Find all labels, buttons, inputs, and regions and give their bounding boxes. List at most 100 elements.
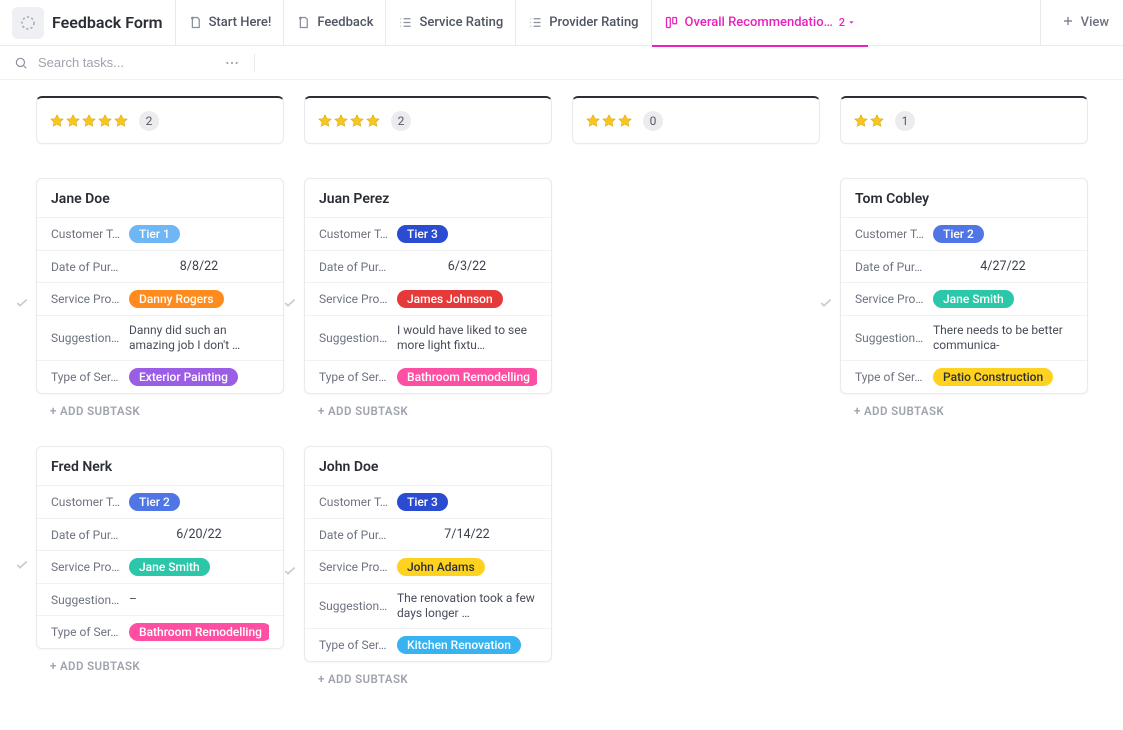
task-card[interactable]: Tom CobleyCustomer T…Tier 2Date of Pur…4… bbox=[840, 178, 1088, 394]
divider bbox=[254, 54, 255, 72]
service-badge: Patio Construction bbox=[933, 368, 1053, 386]
tab-provider-rating[interactable]: Provider Rating bbox=[515, 0, 650, 46]
field-tier: Customer T… Tier 3 bbox=[305, 217, 551, 250]
field-tier: Customer T… Tier 2 bbox=[841, 217, 1087, 250]
task-checkbox[interactable] bbox=[282, 446, 300, 696]
column-body: Tom CobleyCustomer T…Tier 2Date of Pur…4… bbox=[840, 178, 1088, 428]
field-value: 7/14/22 bbox=[397, 527, 537, 542]
field-value: Bathroom Remodelling bbox=[129, 623, 269, 641]
task-title: Jane Doe bbox=[37, 179, 283, 217]
field-value: Tier 2 bbox=[129, 493, 269, 511]
search-input[interactable] bbox=[36, 54, 246, 71]
field-label: Date of Pur… bbox=[51, 260, 121, 274]
field-provider: Service Pro… Jane Smith bbox=[841, 282, 1087, 315]
field-tier: Customer T…Tier 1 bbox=[37, 217, 283, 250]
field-value: Tier 3 bbox=[397, 493, 537, 511]
tab-count: 2 bbox=[839, 16, 856, 29]
field-label: Type of Ser… bbox=[51, 625, 121, 639]
task-title: John Doe bbox=[305, 447, 551, 485]
tier-badge: Tier 2 bbox=[129, 493, 180, 511]
field-provider: Service Pro…Jane Smith bbox=[37, 550, 283, 583]
field-service: Type of Ser… Patio Construction bbox=[841, 360, 1087, 393]
tab-service-rating[interactable]: Service Rating bbox=[385, 0, 515, 46]
rating-stars bbox=[49, 113, 129, 129]
field-tier: Customer T… Tier 3 bbox=[305, 485, 551, 518]
field-label: Type of Ser… bbox=[319, 370, 389, 384]
field-value: Tier 1 bbox=[129, 225, 269, 243]
board: 2Jane DoeCustomer T…Tier 1Date of Pur…8/… bbox=[0, 80, 1123, 730]
field-value: Patio Construction bbox=[933, 368, 1073, 386]
search-bar bbox=[0, 46, 1123, 80]
field-label: Date of Pur… bbox=[51, 528, 121, 542]
task-checkbox[interactable] bbox=[14, 178, 32, 428]
field-label: Type of Ser… bbox=[51, 370, 121, 384]
column-count: 2 bbox=[391, 111, 411, 131]
add-subtask-button[interactable]: + ADD SUBTASK bbox=[304, 394, 552, 428]
add-subtask-button[interactable]: + ADD SUBTASK bbox=[36, 394, 284, 428]
field-label: Customer T… bbox=[319, 495, 389, 509]
field-date: Date of Pur…6/3/22 bbox=[305, 250, 551, 282]
column-header[interactable]: 2 bbox=[304, 96, 552, 144]
field-service: Type of Ser… Bathroom Remodelling bbox=[37, 615, 283, 648]
field-value: Tier 2 bbox=[933, 225, 1073, 243]
column-header[interactable]: 1 bbox=[840, 96, 1088, 144]
tab-start-here[interactable]: Start Here! bbox=[175, 0, 284, 46]
field-label: Suggestion… bbox=[51, 593, 121, 607]
field-value: 8/8/22 bbox=[129, 259, 269, 274]
field-label: Customer T… bbox=[855, 227, 925, 241]
tier-badge: Tier 2 bbox=[933, 225, 984, 243]
column-header[interactable]: 2 bbox=[36, 96, 284, 144]
task-card[interactable]: Juan Perez Customer T… Tier 3 Date of Pur…6… bbox=[304, 178, 552, 394]
tab-label: Start Here! bbox=[209, 15, 272, 30]
task-checkbox[interactable] bbox=[14, 446, 32, 683]
field-date: Date of Pur…6/20/22 bbox=[37, 518, 283, 550]
provider-badge: James Johnson bbox=[397, 290, 503, 308]
service-badge: Kitchen Renovation bbox=[397, 636, 521, 654]
more-icon[interactable] bbox=[224, 55, 240, 71]
tab-label: Feedback bbox=[317, 15, 373, 30]
field-label: Suggestion… bbox=[319, 599, 389, 613]
task-card[interactable]: John Doe Customer T… Tier 3 Date of Pur… 7/1… bbox=[304, 446, 552, 662]
topbar: Feedback Form Start Here!FeedbackService… bbox=[0, 0, 1123, 46]
tab-label: Service Rating bbox=[419, 15, 503, 30]
field-value: Tier 3 bbox=[397, 225, 537, 243]
field-tier: Customer T… Tier 2 bbox=[37, 485, 283, 518]
column-count: 0 bbox=[643, 111, 663, 131]
field-value: Jane Smith bbox=[933, 290, 1073, 308]
doc-icon bbox=[296, 15, 311, 30]
column-2-stars: 1Tom CobleyCustomer T…Tier 2Date of Pur…… bbox=[840, 96, 1088, 428]
topbar-right: View bbox=[1040, 0, 1115, 46]
field-date: Date of Pur…4/27/22 bbox=[841, 250, 1087, 282]
field-date: Date of Pur… 8/8/22 bbox=[37, 250, 283, 282]
add-subtask-button[interactable]: + ADD SUBTASK bbox=[304, 662, 552, 696]
card-wrap: Tom CobleyCustomer T…Tier 2Date of Pur…4… bbox=[840, 178, 1088, 428]
field-label: Customer T… bbox=[51, 495, 121, 509]
tab-overall-recommendation-rating[interactable]: Overall Recommendatio…2 bbox=[651, 0, 869, 46]
add-subtask-button[interactable]: + ADD SUBTASK bbox=[840, 394, 1088, 428]
column-header[interactable]: 0 bbox=[572, 96, 820, 144]
rating-stars bbox=[317, 113, 381, 129]
star-icon bbox=[349, 113, 365, 129]
provider-badge: Jane Smith bbox=[129, 558, 210, 576]
task-card[interactable]: Jane DoeCustomer T…Tier 1 Date of Pur… 8/8… bbox=[36, 178, 284, 394]
field-value: Kitchen Renovation bbox=[397, 636, 537, 654]
field-provider: Service Pro…James Johnson bbox=[305, 282, 551, 315]
field-value: – bbox=[129, 592, 269, 607]
field-label: Type of Ser… bbox=[855, 370, 925, 384]
field-label: Service Pro… bbox=[855, 292, 925, 306]
add-subtask-button[interactable]: + ADD SUBTASK bbox=[36, 649, 284, 683]
field-service: Type of Ser…Bathroom Remodelling bbox=[305, 360, 551, 393]
task-title: Juan Perez bbox=[305, 179, 551, 217]
task-card[interactable]: Fred NerkCustomer T…Tier 2Date of Pur…6/… bbox=[36, 446, 284, 649]
task-checkbox[interactable] bbox=[282, 178, 300, 428]
task-checkbox[interactable] bbox=[818, 178, 836, 428]
add-view-button[interactable]: View bbox=[1055, 14, 1115, 32]
card-wrap: Jane DoeCustomer T…Tier 1 Date of Pur… 8/8… bbox=[36, 178, 284, 428]
column-body: Jane DoeCustomer T…Tier 1Date of Pur…8/8… bbox=[36, 178, 284, 683]
column-count: 2 bbox=[139, 111, 159, 131]
field-label: Date of Pur… bbox=[319, 528, 389, 542]
field-label: Customer T… bbox=[319, 227, 389, 241]
field-value: The renovation took a few days longer … bbox=[397, 591, 537, 621]
provider-badge: Danny Rogers bbox=[129, 290, 224, 308]
tab-feedback[interactable]: Feedback bbox=[283, 0, 385, 46]
